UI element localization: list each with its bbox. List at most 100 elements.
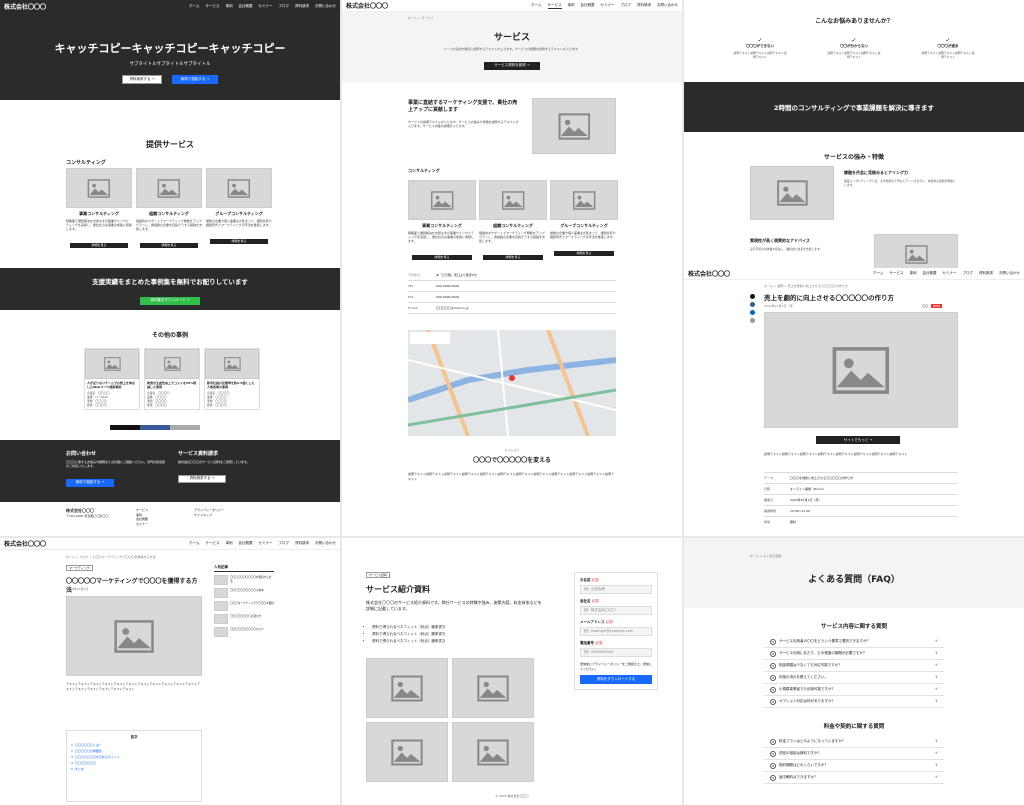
category-tag[interactable]: マーケティング [66,565,93,571]
nav-seminar[interactable]: セミナー [259,4,273,9]
nav-blog[interactable]: ブログ [279,4,290,9]
nav-company[interactable]: 会社概要 [239,4,253,9]
site-logo[interactable]: 株式会社〇〇〇 [688,269,730,278]
plus-icon: ＋ [934,675,939,679]
contact-button[interactable]: 無料で相談する → [66,478,114,487]
faq-item[interactable]: Q 小規模事業者でも利用可能ですか？＋ [764,684,944,696]
breadcrumb[interactable]: ホーム > 事例 > 売上を劇的に向上させる〇〇〇〇〇の作り方 [764,284,848,288]
popular-item[interactable]: 〇〇〇〇〇〇〇〇〇〇のコツ [214,627,274,637]
nav-docs[interactable]: 資料請求 [295,4,309,9]
email-field[interactable]: 例）example@example.com [580,627,652,636]
service-card-button[interactable]: 詳細を見る [210,238,268,244]
nav-blog[interactable]: ブログ [279,541,290,546]
share-icon[interactable] [750,318,755,323]
nav-home[interactable]: ホーム [531,3,541,9]
site-logo[interactable]: 株式会社〇〇〇 [346,1,388,10]
service-docs-button[interactable]: サービス資料を請求 → [484,61,540,70]
case-card[interactable]: 物流の生産性向上でコストを25%削減した事例 企業名 〇〇〇〇 業種 〇〇〇〇 … [144,348,200,410]
faq-item[interactable]: Q サービス利用者の〇〇をどういう基準で選択できますか？＋ [764,636,944,648]
nav-blog[interactable]: ブログ [621,3,632,9]
tel-field[interactable]: 例）0000000000 [580,648,652,657]
service-card-button[interactable]: 詳細を見る [70,242,128,248]
facebook-share-icon[interactable] [140,425,170,430]
nav-seminar[interactable]: セミナー [259,541,273,546]
docs-button[interactable]: 資料請求する → [178,474,226,483]
breadcrumb[interactable]: ホーム > サービス [408,16,433,20]
service-card-button[interactable]: 詳細を見る [483,254,543,260]
faq-item[interactable]: Q 利用の流れを教えてください。＋ [764,672,944,684]
nav-company[interactable]: 会社概要 [239,541,253,546]
nav-cases[interactable]: 事例 [910,271,917,276]
company-field[interactable]: 例）株式会社〇〇〇 [580,606,652,615]
faq-item[interactable]: Q 契約期間はどれくらいですか？＋ [764,760,944,772]
nav-home[interactable]: ホーム [189,541,199,546]
nav-cases[interactable]: 事例 [568,3,575,9]
map-embed[interactable] [408,330,616,436]
nav-home[interactable]: ホーム [189,4,199,9]
faq-item[interactable]: Q 初回の相談は無料ですか？＋ [764,748,944,760]
nav-blog[interactable]: ブログ [963,271,974,276]
nav-docs[interactable]: 資料請求 [637,3,651,9]
share-icon[interactable] [170,425,200,430]
nav-contact[interactable]: お問い合わせ [315,4,336,9]
x-share-icon[interactable] [750,294,755,299]
nav-service[interactable]: サービス [547,3,562,9]
check-circle-icon: ✓ [851,37,857,44]
faq-item[interactable]: Q 相談規模は少なくても対応可能ですか？＋ [764,660,944,672]
faq-item[interactable]: Q オプション対応は何がありますか？＋ [764,696,944,708]
name-field[interactable]: 例）山田太郎 [580,585,652,594]
case-card[interactable]: 人が足りないチームでの売上を伸ばしたWebマーケ施策事例 企業名 〇〇〇〇 業種… [84,348,140,410]
linkedin-share-icon[interactable] [750,310,755,315]
hero-section: 株式会社〇〇〇 ホーム サービス 事例 会社概要 セミナー ブログ 資料請求 お… [0,0,340,100]
x-share-icon[interactable] [110,425,140,430]
cta-download-button[interactable]: 事例集をダウンロード → [140,296,200,305]
service-card-button[interactable]: 詳細を見る [554,250,614,256]
strength-2: 実現性が高く現実的なアドバイス 実行可能な具体策を提案し、継続的に改善を支援しま… [750,238,823,251]
hero-docs-button[interactable]: 資料請求する → [122,75,162,84]
faq-item[interactable]: Q 料金プランはどのようになっていますか？＋ [764,736,944,748]
case-card[interactable]: 新卒社員の定着率を約2.5倍にした人事改革の事例 企業名 〇〇〇〇 業種 〇〇〇… [204,348,260,410]
nav-service[interactable]: サービス [206,541,220,546]
toc-item[interactable]: 5. まとめ [71,766,197,772]
nav-home[interactable]: ホーム [873,271,883,276]
nav-docs[interactable]: 資料請求 [295,541,309,546]
popular-item[interactable]: 〇〇〇〇〇〇〇〇の選び方 [214,614,274,624]
site-logo[interactable]: 株式会社〇〇〇 [4,539,46,548]
footer-link[interactable]: セミナー [136,522,148,527]
nav-cases[interactable]: 事例 [226,4,233,9]
footer-cta: お問い合わせ 〇〇〇に関するお悩みや疑問などお気軽にご相談ください。専門の担当者… [0,440,340,502]
facebook-share-icon[interactable] [750,302,755,307]
hero-consult-button[interactable]: 無料で相談する → [172,75,218,84]
top-page-panel: 株式会社〇〇〇 ホーム サービス 事例 会社概要 セミナー ブログ 資料請求 お… [0,0,340,268]
nav-service[interactable]: サービス [206,4,220,9]
nav-seminar[interactable]: セミナー [601,3,615,9]
popular-item[interactable]: 〇〇〇マーケティングで〇〇〇を獲得 [214,601,274,611]
footer-link[interactable]: プライバシーポリシー [194,508,224,513]
popular-item[interactable]: 〇〇〇〇〇〇〇〇〇〇を獲得する方法 [214,575,274,585]
nav-contact[interactable]: お問い合わせ [315,541,336,546]
service-card-button[interactable]: 詳細を見る [140,242,198,248]
nav-contact[interactable]: お問い合わせ [999,271,1020,276]
footer-link[interactable]: 会社概要 [136,517,148,522]
nav-service[interactable]: サービス [890,271,904,276]
image-placeholder-icon [452,658,534,718]
nav-company[interactable]: 会社概要 [923,271,937,276]
breadcrumb[interactable]: ホーム > ブログ > 〇〇〇マーケティングで〇〇〇を獲得する方法 [66,555,156,559]
nav-contact[interactable]: お問い合わせ [657,3,678,9]
nav-company[interactable]: 会社概要 [581,3,595,9]
nav-seminar[interactable]: セミナー [943,271,957,276]
image-placeholder-icon [206,168,272,208]
article-cta-button[interactable]: サイトでもっと → [816,436,900,444]
footer-link[interactable]: サイトマップ [194,513,224,518]
service-card-button[interactable]: 詳細を見る [412,254,472,260]
nav-cases[interactable]: 事例 [226,541,233,546]
strength-1: 課題を丹念に見極めるヒアリング力 事業コンサルティングでは、まず現状の丁寧なヒア… [844,170,956,188]
site-logo[interactable]: 株式会社〇〇〇 [4,2,46,11]
faq-item[interactable]: Q サービス利用にあたり、どの程度の期間が必要ですか？＋ [764,648,944,660]
nav-docs[interactable]: 資料請求 [979,271,993,276]
download-submit-button[interactable]: 資料をダウンロードする [580,675,652,684]
faq-item[interactable]: Q 途中解約はできますか？＋ [764,772,944,784]
popular-item[interactable]: 〇〇〇〇〇〇〇〇〇〇の基本 [214,588,274,598]
breadcrumb[interactable]: ホーム > よくある質問 [750,554,781,558]
footer-link[interactable]: サービス [136,508,148,513]
